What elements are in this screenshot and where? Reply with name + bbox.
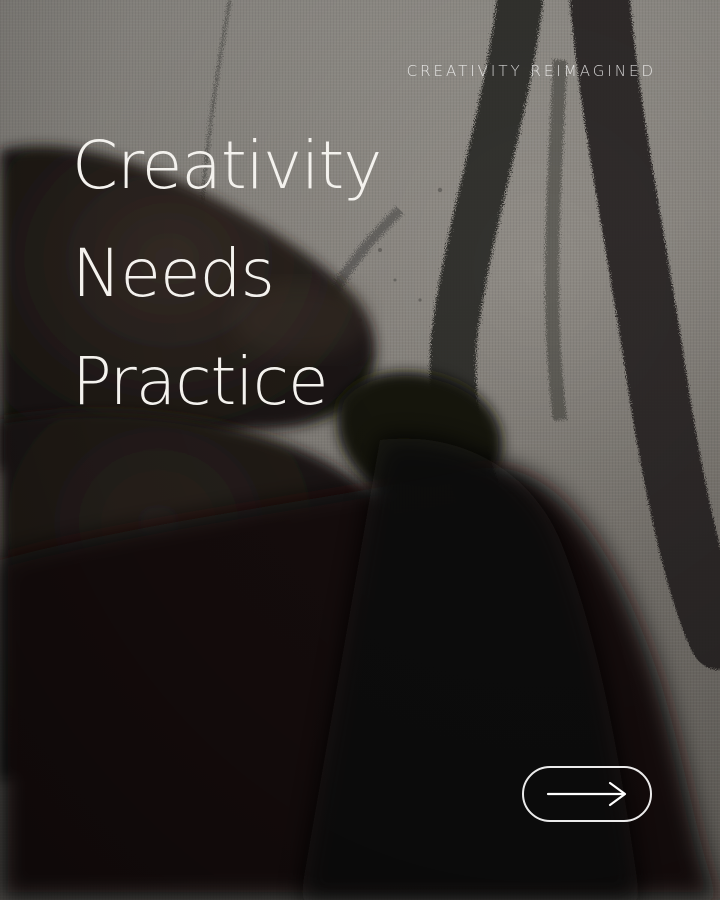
headline-line-2: Needs xyxy=(72,235,275,312)
eyebrow-label: CREATIVITY REIMAGINED xyxy=(406,62,656,80)
arrow-right-icon xyxy=(546,781,627,807)
next-slide-button[interactable] xyxy=(522,766,652,822)
headline-line-1: Creativity xyxy=(72,127,382,204)
headline-line-3: Practice xyxy=(72,343,329,420)
slide: CREATIVITY REIMAGINED Creativity Needs P… xyxy=(0,0,720,900)
headline: Creativity Needs Practice xyxy=(72,112,382,436)
